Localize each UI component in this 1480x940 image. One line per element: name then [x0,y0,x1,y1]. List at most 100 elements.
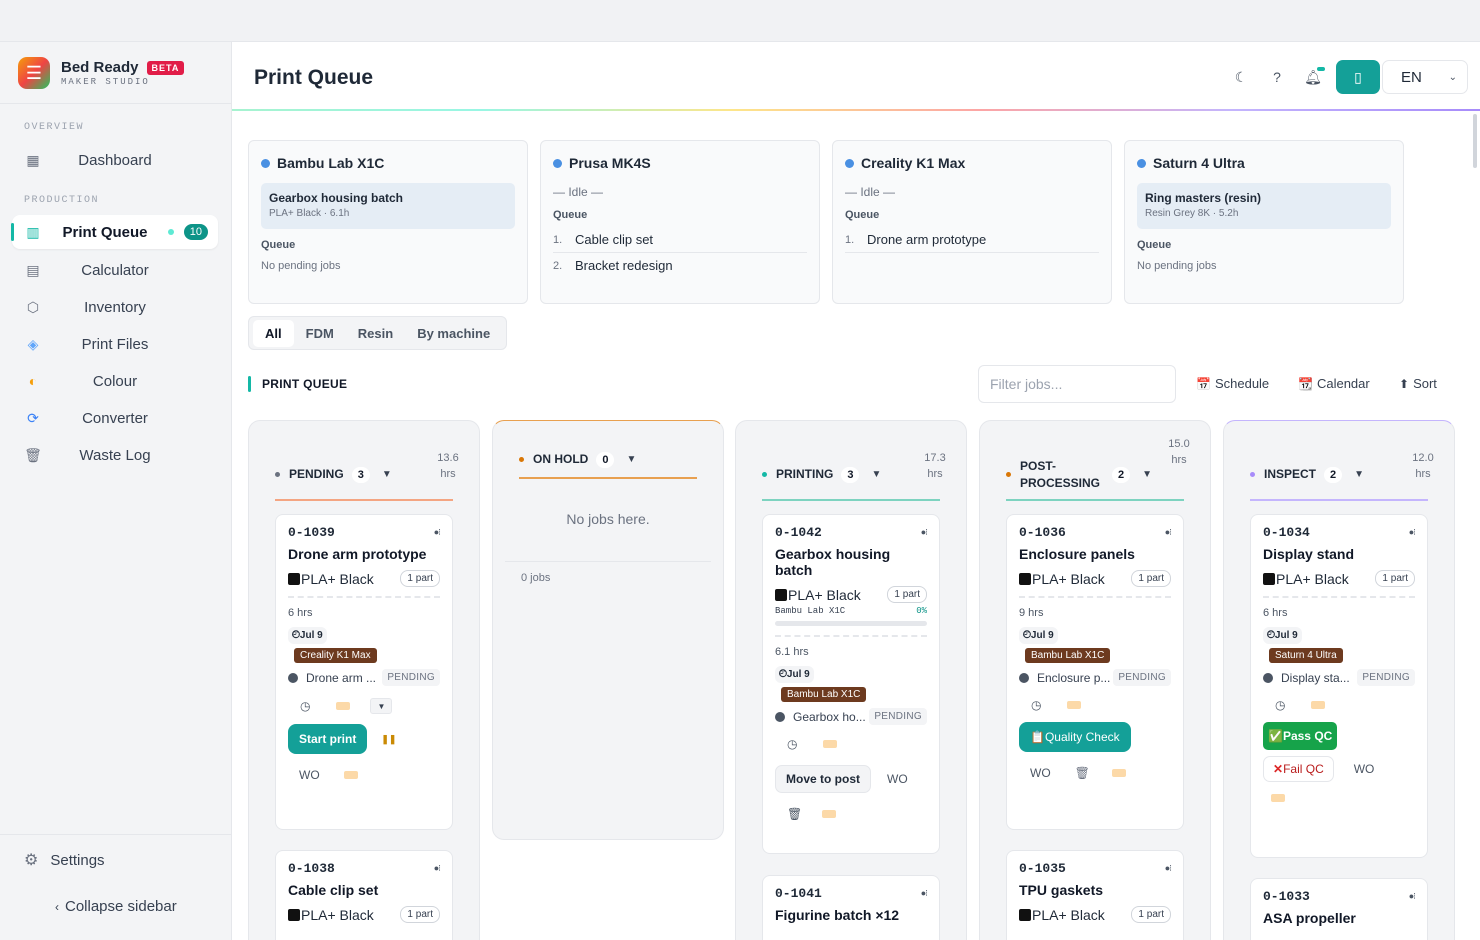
work-order-button[interactable]: WO [887,772,908,786]
job-title: Cable clip set [288,882,379,898]
sidebar-item-colour[interactable]: ◐ Colour [12,364,218,398]
tag-icon[interactable] [1067,701,1082,709]
tab-by-machine[interactable]: By machine [405,320,502,347]
caret-down-icon[interactable]: ▼ [626,454,636,465]
notifications-button[interactable]: 🔔︎ [1298,62,1328,92]
job-card[interactable]: 0-1036 ●⁝ Enclosure panels PLA+ Black 1 pa… [1006,514,1184,830]
move-to-post-button[interactable]: Move to post [775,765,871,793]
work-order-button[interactable]: WO [1030,766,1051,780]
menu-icon[interactable]: ●⁝ [1165,527,1172,538]
menu-icon[interactable]: ●⁝ [1409,891,1416,902]
brand[interactable]: ☰ Bed Ready BETA MAKER STUDIO [18,57,185,89]
queue-label: Queue [845,209,880,221]
clock-icon[interactable]: ◷ [787,737,797,751]
sidebar-item-dashboard[interactable]: ▦ Dashboard [12,143,218,177]
machine-card-creality[interactable]: Creality K1 Max — Idle — Queue 1. Drone a… [832,140,1112,304]
tab-fdm[interactable]: FDM [294,320,346,347]
pause-icon[interactable]: ❚❚ [381,734,396,745]
caret-down-icon[interactable]: ▼ [1142,469,1152,480]
machine-card-prusa[interactable]: Prusa MK4S — Idle — Queue 1. Cable clip s… [540,140,820,304]
tag-icon[interactable] [1271,794,1285,802]
menu-icon[interactable]: ●⁝ [434,527,441,538]
job-card[interactable]: 0-1038 ●⁝ Cable clip set PLA+ Black 1 part [275,850,453,940]
machine-name: Creality K1 Max [861,155,966,171]
queue-item[interactable]: 1. Cable clip set [553,227,807,253]
document-button[interactable]: ▯ [1336,60,1380,94]
machine-card-bambu[interactable]: Bambu Lab X1C Gearbox housing batch PLA+… [248,140,528,304]
caret-down-icon[interactable]: ▼ [1354,469,1364,480]
schedule-button[interactable]: 📅 Schedule [1196,376,1269,391]
sidebar-item-print-queue[interactable]: ▥ Print Queue 10 [11,215,218,249]
caret-down-icon[interactable]: ▼ [370,698,393,714]
sidebar-item-print-files[interactable]: ◈ Print Files [12,327,218,361]
sidebar-item-inventory[interactable]: ⬡ Inventory [12,290,218,324]
queue-item[interactable]: 2. Bracket redesign [553,253,807,278]
help-button[interactable]: ? [1262,62,1292,92]
tag-icon[interactable] [343,771,358,779]
tag-icon[interactable] [1311,701,1326,709]
section-label-overview: OVERVIEW [24,122,85,133]
menu-icon[interactable]: ●⁝ [921,888,928,899]
current-job[interactable]: Ring masters (resin) Resin Grey 8K · 5.2… [1137,183,1391,229]
machine-tag[interactable]: Bambu Lab X1C [1025,648,1111,663]
queue-empty: No pending jobs [261,260,341,272]
menu-icon[interactable]: ●⁝ [921,527,928,538]
material: PLA+ Black [788,586,861,603]
status-badge: PENDING [869,708,927,725]
sidebar-item-waste-log[interactable]: 🗑 Waste Log [12,438,218,472]
start-print-button[interactable]: Start print [288,724,368,754]
tab-all[interactable]: All [253,319,294,347]
language-select[interactable]: EN ⌄ [1382,60,1468,94]
machine-tag[interactable]: Saturn 4 Ultra [1269,648,1343,663]
caret-down-icon[interactable]: ▼ [382,469,392,480]
job-card[interactable]: 0-1039 ●⁝ Drone arm prototype PLA+ Black 1… [275,514,453,830]
tab-resin[interactable]: Resin [346,320,405,347]
settings-link[interactable]: ⚙ Settings [24,850,105,870]
machine-tag[interactable]: Creality K1 Max [294,648,377,663]
work-order-button[interactable]: WO [1354,762,1375,776]
scrollbar[interactable] [1473,114,1477,168]
fail-qc-button[interactable]: ✕Fail QC [1263,756,1334,782]
clock-icon[interactable]: ◷ [1031,698,1041,712]
trash-icon[interactable]: 🗑 [787,807,802,821]
filter-jobs-input[interactable] [978,365,1176,403]
tag-icon[interactable] [336,702,351,710]
calendar-icon: 📅 [1196,376,1211,391]
job-card[interactable]: 0-1034 ●⁝ Display stand PLA+ Black 1 part … [1250,514,1428,858]
dark-mode-toggle[interactable]: ☾ [1226,62,1256,92]
tag-icon[interactable] [1111,769,1126,777]
quality-check-button[interactable]: 📋Quality Check [1019,722,1131,752]
sidebar-item-label: Waste Log [79,446,151,464]
clock-icon[interactable]: ◷ [300,699,310,713]
caret-down-icon[interactable]: ▼ [871,469,881,480]
queue-count-badge: 10 [183,224,208,240]
language-value: EN [1401,68,1422,86]
question-icon: ? [1273,69,1281,85]
current-job[interactable]: Gearbox housing batch PLA+ Black · 6.1h [261,183,515,229]
tag-icon[interactable] [822,810,837,818]
machine-tag[interactable]: Bambu Lab X1C [781,687,867,702]
sidebar-item-converter[interactable]: ⟳ Converter [12,401,218,435]
job-card[interactable]: 0-1042 ●⁝ Gearbox housing batch PLA+ Blac… [762,514,940,854]
job-card[interactable]: 0-1035 ●⁝ TPU gaskets PLA+ Black 1 part [1006,850,1184,940]
tag-icon[interactable] [823,740,838,748]
menu-icon[interactable]: ●⁝ [434,863,441,874]
sort-button[interactable]: ⬆ Sort [1399,376,1437,391]
collapse-sidebar-button[interactable]: ‹ Collapse sidebar [55,898,177,915]
job-card[interactable]: 0-1041 ●⁝ Figurine batch ×12 [762,875,940,940]
work-order-button[interactable]: WO [299,768,320,782]
queue-item[interactable]: 1. Drone arm prototype [845,227,1099,253]
part-count: 1 part [887,586,927,603]
calendar-button[interactable]: 📆 Calendar [1298,376,1370,391]
column-hours: 17.3 hrs [924,452,946,480]
machine-card-saturn[interactable]: Saturn 4 Ultra Ring masters (resin) Resi… [1124,140,1404,304]
menu-icon[interactable]: ●⁝ [1409,527,1416,538]
sidebar-item-calculator[interactable]: ▤ Calculator [12,253,218,287]
column-hours: 13.6 hrs [437,452,459,480]
job-card[interactable]: 0-1033 ●⁝ ASA propeller [1250,878,1428,940]
clock-icon[interactable]: ◷ [1275,698,1285,712]
empty-message: No jobs here. [566,511,650,527]
menu-icon[interactable]: ●⁝ [1165,863,1172,874]
pass-qc-button[interactable]: ✅Pass QC [1263,722,1338,750]
trash-icon[interactable]: 🗑 [1075,766,1090,780]
